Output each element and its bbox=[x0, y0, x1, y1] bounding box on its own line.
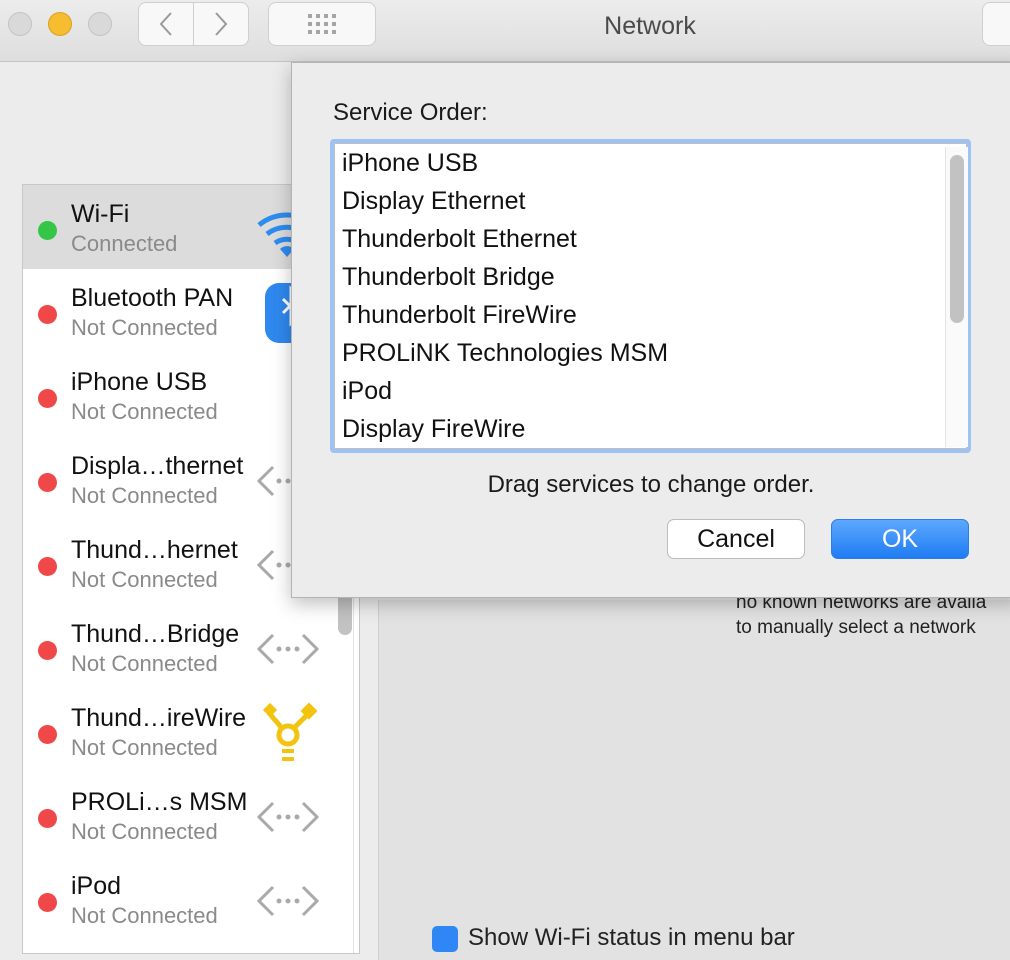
chevron-left-icon bbox=[159, 12, 172, 36]
ethernet-icon bbox=[256, 633, 320, 665]
service-order-item[interactable]: Thunderbolt Ethernet bbox=[342, 225, 577, 254]
service-order-item[interactable]: PROLiNK Technologies MSM bbox=[342, 339, 668, 368]
ethernet-icon bbox=[256, 801, 320, 833]
service-status: Not Connected bbox=[71, 819, 218, 844]
service-item-thunderbolt-bridge[interactable]: Thund…Bridge Not Connected bbox=[23, 605, 359, 689]
firewire-icon bbox=[262, 702, 318, 761]
service-order-item[interactable]: iPod bbox=[342, 377, 392, 406]
service-order-label: Service Order: bbox=[333, 99, 488, 126]
service-item-ipod[interactable]: iPod Not Connected bbox=[23, 857, 359, 941]
cancel-button[interactable]: Cancel bbox=[667, 519, 805, 559]
service-order-item[interactable]: iPhone USB bbox=[342, 149, 478, 178]
service-name: iPhone USB bbox=[71, 368, 208, 396]
scrollbar-thumb[interactable] bbox=[950, 155, 964, 323]
service-status: Not Connected bbox=[71, 483, 218, 508]
status-dot bbox=[38, 725, 57, 744]
status-dot bbox=[38, 389, 57, 408]
service-name: Thund…ireWire bbox=[71, 704, 247, 732]
search-field[interactable] bbox=[982, 2, 1010, 46]
ok-button[interactable]: OK bbox=[831, 519, 969, 559]
service-status: Not Connected bbox=[71, 399, 218, 424]
detail-panel bbox=[378, 600, 1010, 960]
service-status: Not Connected bbox=[71, 903, 218, 928]
status-dot bbox=[38, 305, 57, 324]
service-status: Connected bbox=[71, 231, 178, 256]
grid-icon bbox=[308, 14, 336, 34]
service-status: Not Connected bbox=[71, 651, 218, 676]
service-order-sheet: Service Order: iPhone USB Display Ethern… bbox=[291, 62, 1010, 598]
status-dot bbox=[38, 557, 57, 576]
service-order-item[interactable]: Display Ethernet bbox=[342, 187, 525, 216]
minimize-window-button[interactable] bbox=[48, 12, 72, 36]
close-window-button[interactable] bbox=[8, 12, 32, 36]
service-order-list[interactable]: iPhone USB Display Ethernet Thunderbolt … bbox=[330, 139, 971, 453]
ethernet-icon bbox=[256, 885, 320, 917]
service-order-item[interactable]: Display FireWire bbox=[342, 415, 525, 444]
service-order-item[interactable]: Thunderbolt Bridge bbox=[342, 263, 555, 292]
status-dot bbox=[38, 221, 57, 240]
show-all-button[interactable] bbox=[268, 2, 376, 46]
status-dot bbox=[38, 641, 57, 660]
service-item-thunderbolt-firewire[interactable]: Thund…ireWire Not Connected bbox=[23, 689, 359, 773]
service-status: Not Connected bbox=[71, 735, 218, 760]
wifi-info-text: to manually select a network bbox=[736, 617, 976, 638]
drag-hint-text: Drag services to change order. bbox=[487, 471, 815, 498]
service-name: Thund…hernet bbox=[71, 536, 238, 564]
forward-button[interactable] bbox=[193, 2, 249, 46]
status-dot bbox=[38, 473, 57, 492]
service-name: PROLi…s MSM bbox=[71, 788, 248, 816]
service-order-item[interactable]: Thunderbolt FireWire bbox=[342, 301, 577, 330]
title-bar: Network bbox=[0, 0, 1010, 62]
service-item-prolink-msm[interactable]: PROLi…s MSM Not Connected bbox=[23, 773, 359, 857]
back-button[interactable] bbox=[138, 2, 194, 46]
service-name: iPod bbox=[71, 872, 122, 900]
service-name: Bluetooth PAN bbox=[71, 284, 234, 312]
status-dot bbox=[38, 893, 57, 912]
show-wifi-status-checkbox[interactable] bbox=[432, 926, 458, 952]
status-dot bbox=[38, 809, 57, 828]
chevron-right-icon bbox=[215, 12, 228, 36]
service-name: Displa…thernet bbox=[71, 452, 244, 480]
service-status: Not Connected bbox=[71, 315, 218, 340]
service-order-scrollbar[interactable] bbox=[945, 147, 968, 447]
window-title: Network bbox=[604, 12, 696, 40]
service-status: Not Connected bbox=[71, 567, 218, 592]
show-wifi-status-label: Show Wi-Fi status in menu bar bbox=[468, 924, 795, 951]
zoom-window-button[interactable] bbox=[88, 12, 112, 36]
service-name: Wi-Fi bbox=[71, 200, 130, 228]
service-name: Thund…Bridge bbox=[71, 620, 240, 648]
